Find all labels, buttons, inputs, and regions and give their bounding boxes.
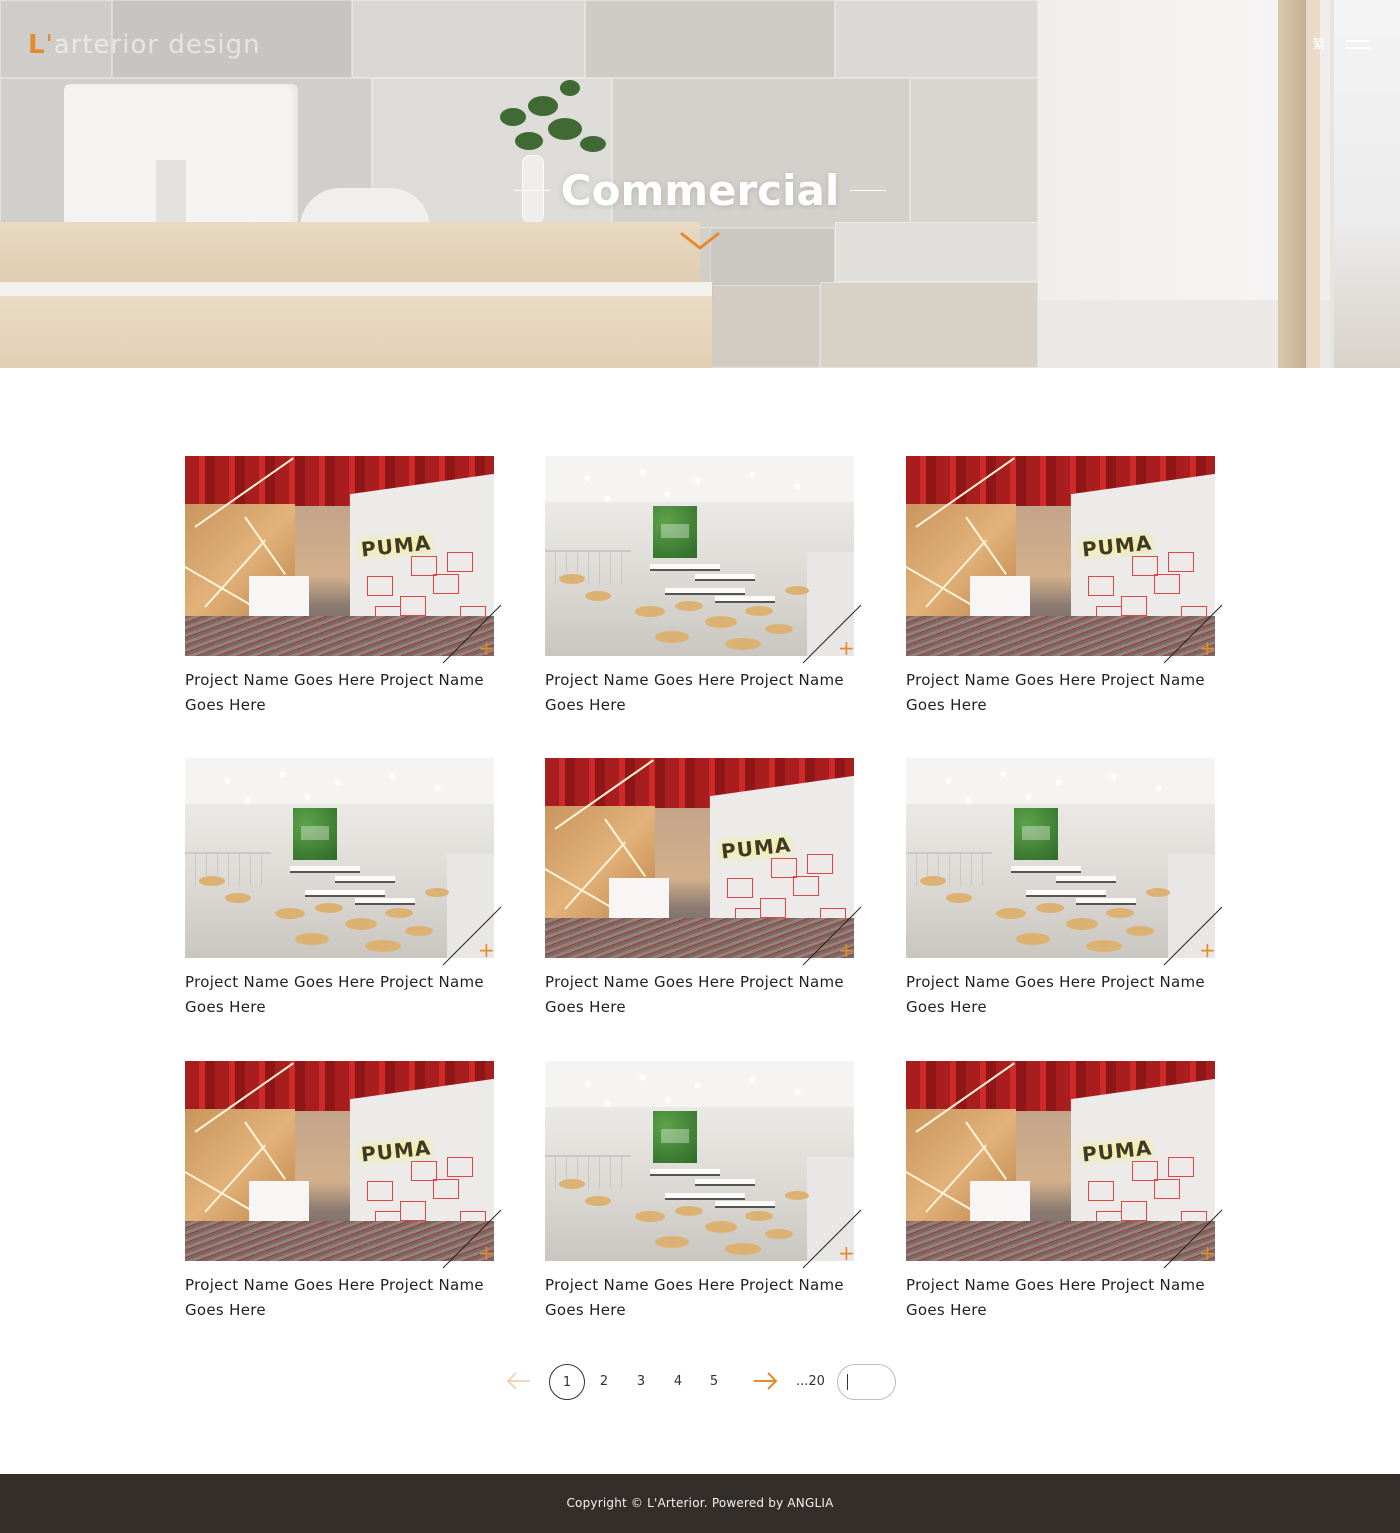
pagination: 1 2 3 4 5 ...20 bbox=[500, 1362, 900, 1402]
project-thumbnail[interactable]: PUMA bbox=[185, 1061, 494, 1261]
text-caret bbox=[847, 1374, 848, 1390]
project-title[interactable]: Project Name Goes Here Project Name Goes… bbox=[906, 668, 1206, 718]
project-thumbnail[interactable] bbox=[545, 1061, 854, 1261]
footer: Copyright © L'Arterior. Powered by ANGLI… bbox=[0, 1474, 1400, 1533]
project-card[interactable]: + Project Name Goes Here Project Name Goe… bbox=[545, 456, 865, 726]
project-grid: PUMA + Project Name Goes Here Project Name… bbox=[185, 456, 1223, 1336]
project-thumbnail[interactable]: PUMA bbox=[906, 1061, 1215, 1261]
plus-icon[interactable]: + bbox=[838, 1243, 855, 1263]
plus-icon[interactable]: + bbox=[1199, 638, 1216, 658]
copyright-text: Copyright © L'Arterior. Powered by ANGLI… bbox=[566, 1496, 834, 1510]
plus-icon[interactable]: + bbox=[838, 638, 855, 658]
title-decoration-line bbox=[514, 190, 550, 191]
project-card[interactable]: + Project Name Goes Here Project Name Goe… bbox=[185, 758, 505, 1028]
brand-logo-text: arterior design bbox=[53, 30, 261, 60]
project-card[interactable]: PUMA + Project Name Goes Here Project Name… bbox=[906, 1061, 1226, 1331]
language-switch-button[interactable]: 繁 bbox=[1311, 36, 1327, 52]
last-page-button[interactable]: ...20 bbox=[796, 1364, 826, 1400]
project-thumbnail[interactable]: PUMA bbox=[545, 758, 854, 958]
plus-icon[interactable]: + bbox=[478, 638, 495, 658]
project-title[interactable]: Project Name Goes Here Project Name Goes… bbox=[185, 668, 485, 718]
project-card[interactable]: + Project Name Goes Here Project Name Goe… bbox=[545, 1061, 865, 1331]
arrow-left-icon[interactable] bbox=[504, 1370, 534, 1392]
plus-icon[interactable]: + bbox=[1199, 940, 1216, 960]
hamburger-menu-icon[interactable] bbox=[1346, 38, 1370, 52]
project-thumbnail[interactable] bbox=[185, 758, 494, 958]
page-1-button[interactable]: 1 bbox=[549, 1364, 585, 1400]
project-title[interactable]: Project Name Goes Here Project Name Goes… bbox=[545, 668, 845, 718]
project-title[interactable]: Project Name Goes Here Project Name Goes… bbox=[545, 970, 845, 1020]
vase-graphic bbox=[522, 155, 544, 223]
page-title: Commercial bbox=[560, 166, 840, 215]
project-title[interactable]: Project Name Goes Here Project Name Goes… bbox=[545, 1273, 845, 1323]
project-card[interactable]: + Project Name Goes Here Project Name Goe… bbox=[906, 758, 1226, 1028]
brand-logo-apostrophe: ' bbox=[45, 30, 54, 60]
project-title[interactable]: Project Name Goes Here Project Name Goes… bbox=[906, 1273, 1206, 1323]
project-thumbnail[interactable] bbox=[906, 758, 1215, 958]
project-title[interactable]: Project Name Goes Here Project Name Goes… bbox=[906, 970, 1206, 1020]
project-card[interactable]: PUMA + Project Name Goes Here Project Name… bbox=[545, 758, 865, 1028]
brand-logo-letter: L bbox=[28, 30, 46, 60]
project-title[interactable]: Project Name Goes Here Project Name Goes… bbox=[185, 1273, 485, 1323]
reception-desk bbox=[0, 222, 700, 284]
project-card[interactable]: PUMA + Project Name Goes Here Project Name… bbox=[185, 456, 505, 726]
project-card[interactable]: PUMA + Project Name Goes Here Project Name… bbox=[906, 456, 1226, 726]
project-thumbnail[interactable] bbox=[545, 456, 854, 656]
plus-icon[interactable]: + bbox=[838, 940, 855, 960]
plus-icon[interactable]: + bbox=[478, 940, 495, 960]
brand-logo[interactable]: L'arterior design bbox=[28, 30, 261, 60]
window bbox=[1330, 0, 1400, 368]
plus-icon[interactable]: + bbox=[1199, 1243, 1216, 1263]
project-thumbnail[interactable]: PUMA bbox=[185, 456, 494, 656]
plus-icon[interactable]: + bbox=[478, 1243, 495, 1263]
page-jump-input[interactable] bbox=[837, 1364, 896, 1400]
project-title[interactable]: Project Name Goes Here Project Name Goes… bbox=[185, 970, 485, 1020]
arrow-right-icon[interactable] bbox=[750, 1370, 780, 1392]
title-decoration-line bbox=[850, 190, 886, 191]
page-4-button[interactable]: 4 bbox=[660, 1364, 696, 1400]
hero-banner: L'arterior design 繁 Commercial bbox=[0, 0, 1400, 368]
page-5-button[interactable]: 5 bbox=[696, 1364, 732, 1400]
page-3-button[interactable]: 3 bbox=[623, 1364, 659, 1400]
project-card[interactable]: PUMA + Project Name Goes Here Project Name… bbox=[185, 1061, 505, 1331]
page-2-button[interactable]: 2 bbox=[586, 1364, 622, 1400]
project-thumbnail[interactable]: PUMA bbox=[906, 456, 1215, 656]
chevron-down-icon[interactable] bbox=[680, 230, 720, 252]
